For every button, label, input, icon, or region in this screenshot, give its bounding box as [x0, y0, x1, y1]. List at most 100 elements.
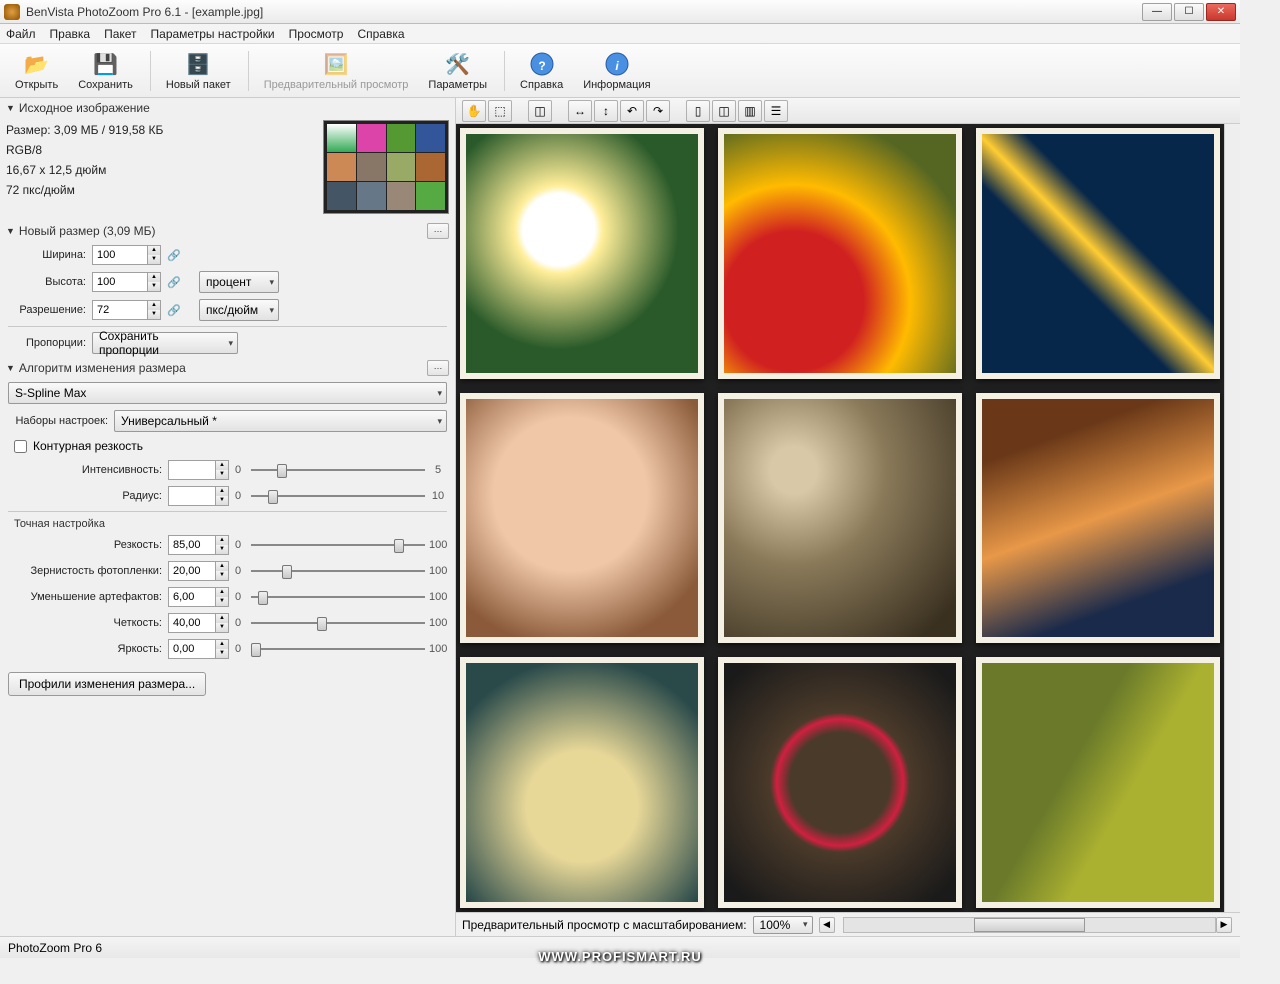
photo-thumbnail	[976, 657, 1220, 908]
vivid-slider[interactable]	[251, 639, 425, 659]
sharp-slider[interactable]	[251, 535, 425, 555]
collapse-icon: ▼	[6, 103, 15, 113]
artifact-slider[interactable]	[251, 587, 425, 607]
layout-2-icon[interactable]: ◫	[712, 100, 736, 122]
menu-batch[interactable]: Пакет	[104, 27, 136, 41]
aspect-combo[interactable]: Сохранить пропорции	[92, 332, 238, 354]
hand-tool-icon[interactable]: ✋	[462, 100, 486, 122]
crisp-input[interactable]	[168, 613, 216, 633]
select-tool-icon[interactable]: ⬚	[488, 100, 512, 122]
photo-thumbnail	[460, 393, 704, 644]
menu-view[interactable]: Просмотр	[289, 27, 344, 41]
width-input[interactable]	[92, 245, 148, 265]
options-button[interactable]: …	[427, 223, 449, 239]
grain-spinner[interactable]: ▲▼	[215, 561, 229, 581]
scroll-left-icon[interactable]: ◀	[819, 917, 835, 933]
preview-toolbar: ✋ ⬚ ◫ ↔ ↕ ↶ ↷ ▯ ◫ ▥ ☰	[456, 98, 1240, 124]
zoom-label: Предварительный просмотр с масштабирован…	[462, 918, 747, 932]
info-icon: i	[603, 50, 631, 78]
minimize-button[interactable]: —	[1142, 3, 1172, 21]
contour-label: Контурная резкость	[33, 439, 143, 453]
scroll-right-icon[interactable]: ▶	[1216, 917, 1232, 933]
menu-help[interactable]: Справка	[357, 27, 404, 41]
rotate-cw-icon[interactable]: ↷	[646, 100, 670, 122]
photo-thumbnail	[460, 657, 704, 908]
status-text: PhotoZoom Pro 6	[8, 941, 102, 955]
batch-button[interactable]: 🗄️Новый пакет	[157, 47, 240, 94]
collapse-icon: ▼	[6, 363, 15, 373]
sharp-spinner[interactable]: ▲▼	[215, 535, 229, 555]
vivid-spinner[interactable]: ▲▼	[215, 639, 229, 659]
vivid-input[interactable]	[168, 639, 216, 659]
info-button[interactable]: iИнформация	[574, 47, 659, 94]
preview-canvas[interactable]	[456, 124, 1224, 912]
layout-1-icon[interactable]: ▯	[686, 100, 710, 122]
newsize-header[interactable]: ▼Новый размер (3,09 МБ)…	[0, 220, 455, 242]
preset-label: Наборы настроек:	[8, 415, 108, 427]
window-title: BenVista PhotoZoom Pro 6.1 - [example.jp…	[26, 5, 1140, 19]
grain-input[interactable]	[168, 561, 216, 581]
sharp-label: Резкость:	[8, 539, 162, 551]
source-dims: 16,67 x 12,5 дюйм	[6, 160, 163, 180]
params-button[interactable]: 🛠️Параметры	[419, 47, 496, 94]
preset-combo[interactable]: Универсальный *	[114, 410, 447, 432]
link-icon[interactable]: 🔗	[165, 301, 183, 319]
height-input[interactable]	[92, 272, 148, 292]
crop-tool-icon[interactable]: ◫	[528, 100, 552, 122]
res-unit-combo[interactable]: пкс/дюйм	[199, 299, 279, 321]
res-input[interactable]	[92, 300, 148, 320]
photo-thumbnail	[976, 393, 1220, 644]
source-header[interactable]: ▼Исходное изображение	[0, 98, 455, 118]
flip-h-icon[interactable]: ↔	[568, 100, 592, 122]
artifact-spinner[interactable]: ▲▼	[215, 587, 229, 607]
horizontal-scrollbar[interactable]	[843, 917, 1216, 933]
intensity-spinner[interactable]: ▲▼	[215, 460, 229, 480]
close-button[interactable]: ✕	[1206, 3, 1236, 21]
photo-thumbnail	[718, 128, 962, 379]
sharp-input[interactable]	[168, 535, 216, 555]
size-unit-combo[interactable]: процент	[199, 271, 279, 293]
contour-checkbox[interactable]	[14, 440, 27, 453]
maximize-button[interactable]: ☐	[1174, 3, 1204, 21]
menu-params[interactable]: Параметры настройки	[151, 27, 275, 41]
fine-header: Точная настройка	[0, 514, 455, 532]
layout-3-icon[interactable]: ▥	[738, 100, 762, 122]
source-thumbnail[interactable]	[323, 120, 449, 214]
save-button[interactable]: 💾Сохранить	[69, 47, 142, 94]
radius-input[interactable]	[168, 486, 216, 506]
crisp-slider[interactable]	[251, 613, 425, 633]
zoom-combo[interactable]: 100%	[753, 916, 813, 934]
photo-thumbnail	[718, 657, 962, 908]
options-button[interactable]: …	[427, 360, 449, 376]
app-icon	[4, 4, 20, 20]
vertical-scrollbar[interactable]	[1224, 124, 1240, 912]
grain-slider[interactable]	[251, 561, 425, 581]
help-button[interactable]: ?Справка	[511, 47, 572, 94]
preview-button[interactable]: 🖼️Предварительный просмотр	[255, 47, 418, 94]
intensity-slider[interactable]	[251, 460, 425, 480]
artifact-input[interactable]	[168, 587, 216, 607]
menu-edit[interactable]: Правка	[50, 27, 91, 41]
aspect-label: Пропорции:	[8, 337, 86, 349]
radius-slider[interactable]	[251, 486, 425, 506]
res-spinner[interactable]: ▲▼	[147, 300, 161, 320]
height-spinner[interactable]: ▲▼	[147, 272, 161, 292]
flip-v-icon[interactable]: ↕	[594, 100, 618, 122]
preview-icon: 🖼️	[322, 50, 350, 78]
collapse-icon: ▼	[6, 226, 15, 236]
link-icon[interactable]: 🔗	[165, 273, 183, 291]
width-spinner[interactable]: ▲▼	[147, 245, 161, 265]
rotate-ccw-icon[interactable]: ↶	[620, 100, 644, 122]
vivid-label: Яркость:	[8, 643, 162, 655]
method-combo[interactable]: S-Spline Max	[8, 382, 447, 404]
layout-4-icon[interactable]: ☰	[764, 100, 788, 122]
intensity-input[interactable]	[168, 460, 216, 480]
menu-file[interactable]: Файл	[6, 27, 36, 41]
crisp-spinner[interactable]: ▲▼	[215, 613, 229, 633]
open-button[interactable]: 📂Открыть	[6, 47, 67, 94]
algo-header[interactable]: ▼Алгоритм изменения размера…	[0, 357, 455, 379]
profiles-button[interactable]: Профили изменения размера...	[8, 672, 206, 696]
svg-text:?: ?	[538, 59, 545, 73]
radius-spinner[interactable]: ▲▼	[215, 486, 229, 506]
link-icon[interactable]: 🔗	[165, 246, 183, 264]
